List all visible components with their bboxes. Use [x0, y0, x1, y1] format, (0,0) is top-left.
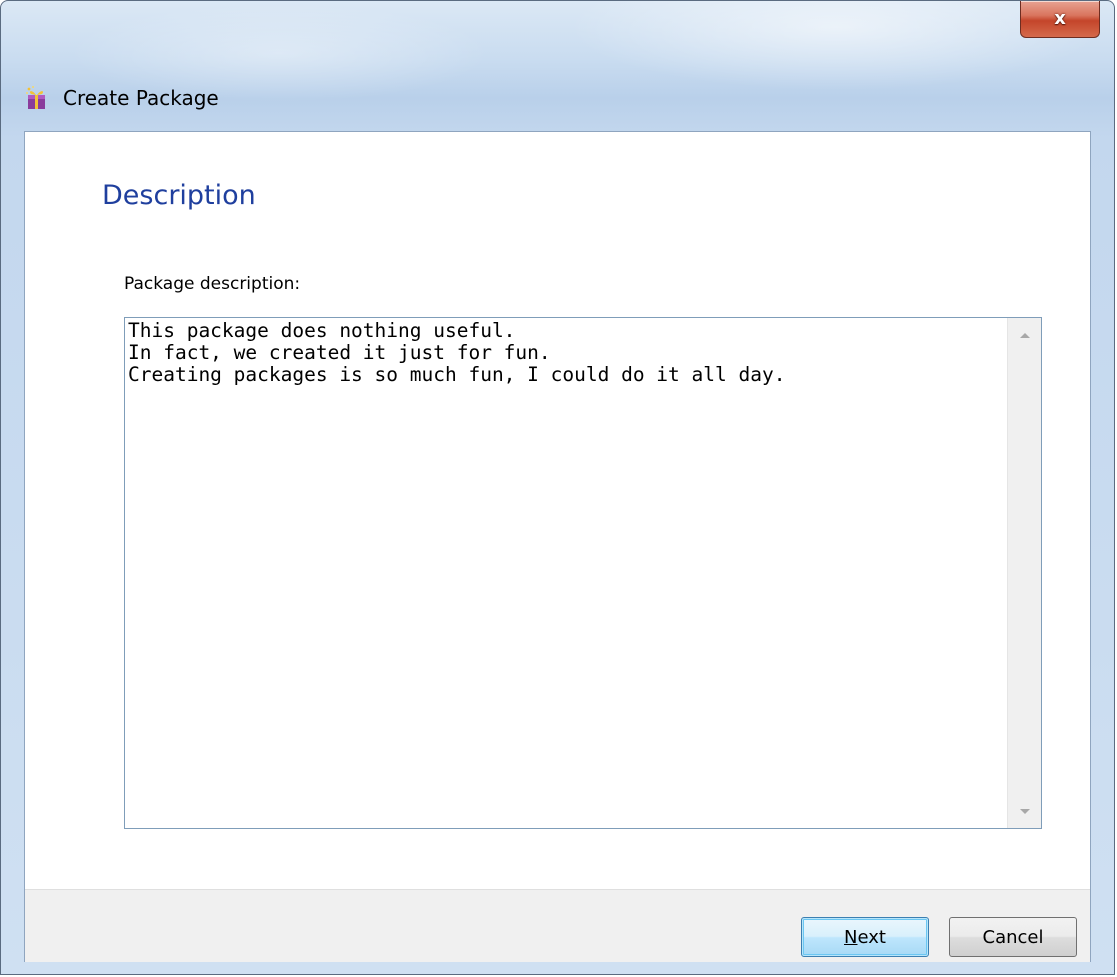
scroll-down-button[interactable]	[1008, 794, 1041, 828]
window-title: Create Package	[63, 86, 219, 110]
next-button-mnemonic: N	[844, 926, 858, 948]
package-description-label: Package description:	[124, 274, 301, 294]
package-gift-icon	[25, 85, 51, 111]
arrow-up-icon	[1019, 332, 1030, 338]
title-bar: Create Package	[25, 83, 219, 113]
cancel-button-label: Cancel	[982, 926, 1044, 948]
next-button[interactable]: Next	[801, 917, 929, 957]
vertical-scrollbar[interactable]	[1007, 318, 1041, 828]
next-button-label: ext	[857, 926, 886, 948]
package-description-textarea[interactable]: This package does nothing useful. In fac…	[128, 320, 998, 824]
package-description-field[interactable]: This package does nothing useful. In fac…	[124, 317, 1042, 829]
close-button[interactable]: x	[1020, 1, 1100, 38]
button-bar: Next Cancel	[25, 890, 1090, 962]
page-heading: Description	[102, 180, 256, 211]
cancel-button[interactable]: Cancel	[949, 917, 1077, 957]
arrow-down-icon	[1019, 808, 1030, 814]
close-icon: x	[1054, 8, 1066, 29]
dialog-content: Description Package description: This pa…	[24, 131, 1091, 962]
scroll-up-button[interactable]	[1008, 318, 1041, 352]
create-package-dialog: x Create Package Description Package des…	[0, 0, 1115, 975]
